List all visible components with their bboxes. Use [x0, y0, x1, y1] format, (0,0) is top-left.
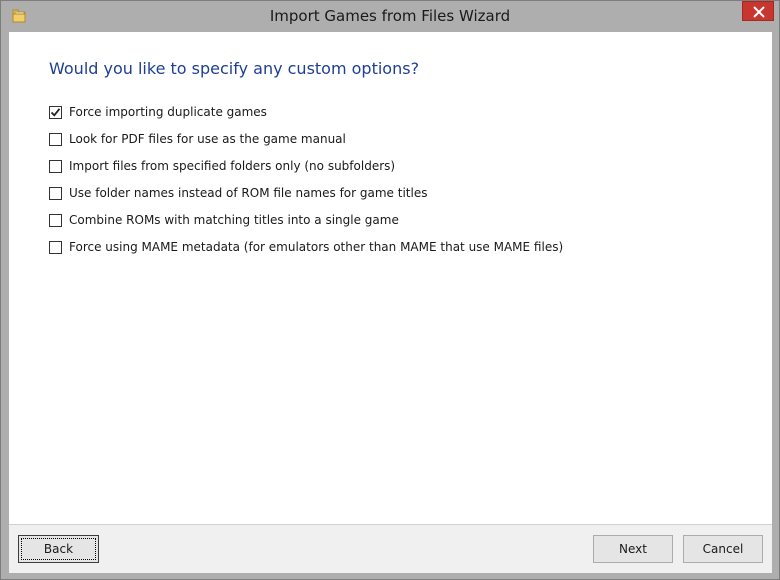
checkbox[interactable]: [49, 240, 62, 254]
wizard-window: Import Games from Files Wizard Would you…: [0, 0, 780, 580]
next-button[interactable]: Next: [593, 535, 673, 563]
option-force-duplicates[interactable]: Force importing duplicate games: [49, 102, 267, 122]
option-label: Force using MAME metadata (for emulators…: [69, 240, 564, 254]
option-label: Use folder names instead of ROM file nam…: [69, 186, 428, 200]
option-label: Combine ROMs with matching titles into a…: [69, 213, 399, 227]
checkbox[interactable]: [49, 159, 62, 173]
checkbox[interactable]: [49, 105, 62, 119]
close-icon: [753, 6, 765, 18]
option-pdf-manual[interactable]: Look for PDF files for use as the game m…: [49, 129, 346, 149]
option-label: Import files from specified folders only…: [69, 159, 396, 173]
page-heading: Would you like to specify any custom opt…: [49, 59, 420, 78]
back-button[interactable]: Back: [18, 535, 99, 563]
option-combine-roms[interactable]: Combine ROMs with matching titles into a…: [49, 210, 399, 230]
option-label: Force importing duplicate games: [69, 105, 267, 119]
checkbox[interactable]: [49, 132, 62, 146]
checkmark-icon: [50, 107, 61, 117]
button-bar: Back Next Cancel: [9, 524, 772, 573]
window-title: Import Games from Files Wizard: [269, 7, 511, 25]
option-folder-names[interactable]: Use folder names instead of ROM file nam…: [49, 183, 427, 203]
checkbox[interactable]: [49, 213, 62, 227]
option-label: Look for PDF files for use as the game m…: [69, 132, 346, 146]
wizard-content: Would you like to specify any custom opt…: [9, 32, 772, 524]
checkbox[interactable]: [49, 186, 62, 200]
title-bar[interactable]: Import Games from Files Wizard: [1, 1, 779, 32]
close-button[interactable]: [742, 1, 774, 21]
option-mame-metadata[interactable]: Force using MAME metadata (for emulators…: [49, 237, 563, 257]
cancel-button[interactable]: Cancel: [683, 535, 763, 563]
option-no-subfolders[interactable]: Import files from specified folders only…: [49, 156, 395, 176]
